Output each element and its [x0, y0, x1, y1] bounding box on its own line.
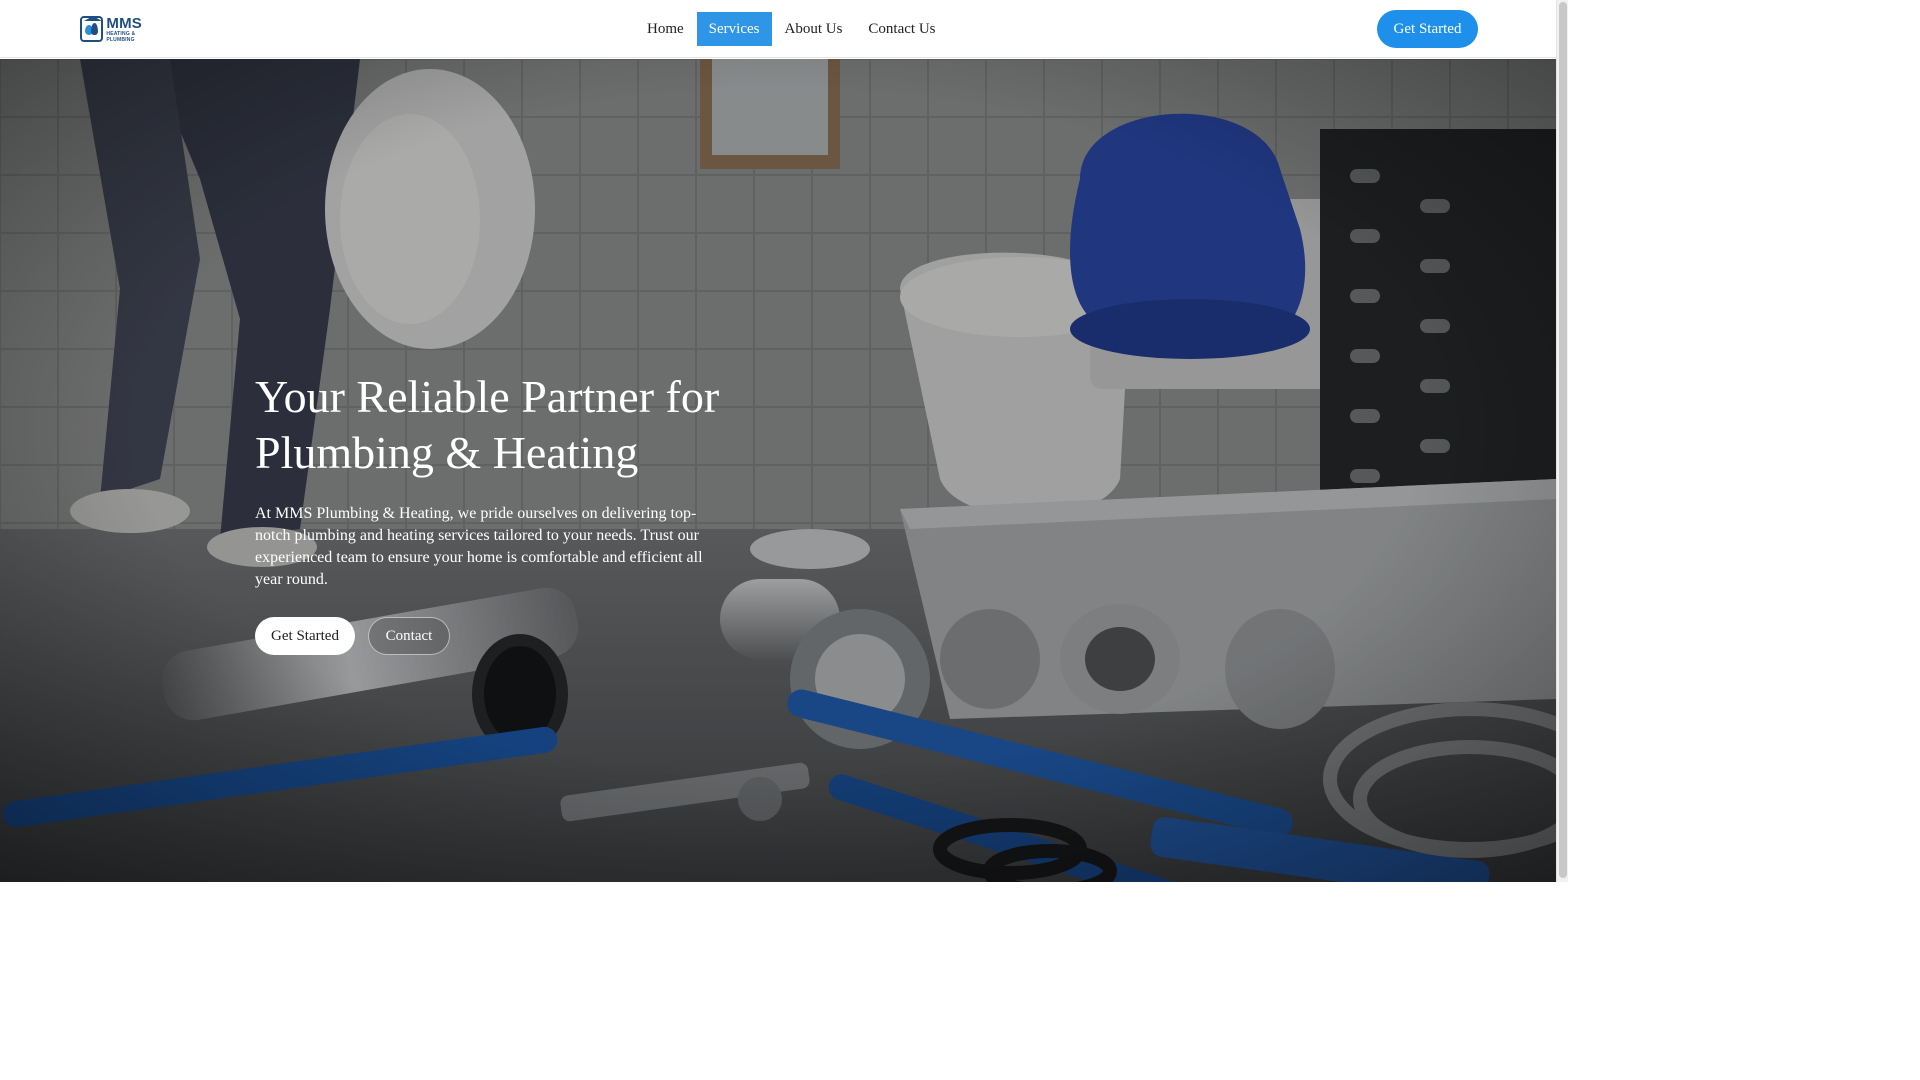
logo-title: MMS [106, 14, 142, 32]
hero-get-started-button[interactable]: Get Started [255, 617, 355, 655]
hero-content: Your Reliable Partner for Plumbing & Hea… [255, 369, 735, 655]
nav-contact-us[interactable]: Contact Us [855, 12, 948, 46]
site-header: MMS HEATING & PLUMBING Home Services Abo… [0, 0, 1556, 58]
logo-wordmark: MMS HEATING & PLUMBING [106, 16, 142, 43]
logo-subtitle-line2: PLUMBING [106, 36, 135, 43]
hero-contact-button[interactable]: Contact [368, 617, 450, 655]
logo-subtitle-line1: HEATING & [106, 30, 136, 37]
hero-section: Your Reliable Partner for Plumbing & Hea… [0, 59, 1556, 882]
hero-dark-overlay [0, 59, 1556, 882]
page-scrollbar[interactable] [1556, 0, 1568, 882]
hero-title: Your Reliable Partner for Plumbing & Hea… [255, 369, 735, 481]
nav-services[interactable]: Services [696, 12, 772, 46]
brand-logo[interactable]: MMS HEATING & PLUMBING [80, 14, 142, 44]
house-logo-icon [80, 16, 104, 42]
nav-about-us[interactable]: About Us [772, 12, 856, 46]
hero-buttons: Get Started Contact [255, 617, 735, 655]
hero-title-line-2: Plumbing & Heating [255, 427, 639, 478]
header-get-started-button[interactable]: Get Started [1377, 10, 1478, 48]
hero-title-line-1: Your Reliable Partner for [255, 371, 720, 422]
hero-description: At MMS Plumbing & Heating, we pride ours… [255, 505, 703, 588]
nav-home[interactable]: Home [634, 12, 697, 46]
scrollbar-thumb[interactable] [1559, 2, 1567, 878]
main-nav: Home Services About Us Contact Us [634, 12, 949, 46]
